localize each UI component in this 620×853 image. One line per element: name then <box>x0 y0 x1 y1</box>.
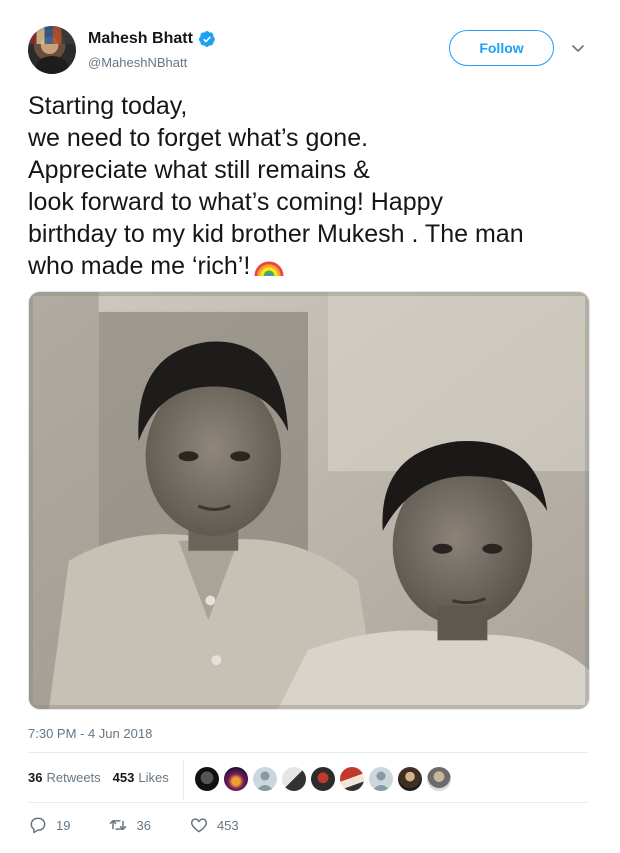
tweet-photo[interactable] <box>28 291 590 710</box>
like-button[interactable]: 453 <box>189 815 239 835</box>
tweet-text: Starting today, we need to forget what’s… <box>28 90 598 282</box>
reply-button[interactable]: 19 <box>28 815 70 835</box>
author-name-row[interactable]: Mahesh Bhatt <box>88 30 216 48</box>
author-handle[interactable]: @MaheshNBhatt <box>88 55 187 70</box>
tweet-line: who made me ‘rich’! <box>28 252 251 280</box>
divider <box>28 752 588 753</box>
tweet-line: Starting today, <box>28 92 188 120</box>
liker-avatar[interactable] <box>311 767 335 791</box>
stats-separator <box>183 760 184 800</box>
retweet-icon <box>110 820 127 830</box>
likes-count: 453 <box>112 770 135 785</box>
author-display-name[interactable]: Mahesh Bhatt <box>88 30 193 48</box>
like-count: 453 <box>216 817 239 833</box>
verified-badge-icon <box>198 30 216 48</box>
reply-icon <box>30 817 46 834</box>
liker-avatar[interactable] <box>253 767 277 791</box>
tweet-line: Appreciate what still remains & <box>28 156 370 184</box>
tweet-line-last: who made me ‘rich’! <box>28 250 598 282</box>
liker-avatar[interactable] <box>340 767 364 791</box>
follow-button[interactable]: Follow <box>449 30 554 66</box>
tweet-actions: 19 36 453 <box>28 815 277 835</box>
author-avatar[interactable] <box>28 26 76 74</box>
liker-avatar[interactable] <box>398 767 422 791</box>
rainbow-emoji <box>254 252 284 278</box>
like-icon <box>190 818 207 833</box>
likes-stat[interactable]: 453 Likes <box>113 770 169 785</box>
tweet-card: Mahesh Bhatt @MaheshNBhatt Follow Starti… <box>0 0 620 853</box>
tweet-line: we need to forget what’s gone. <box>28 124 369 152</box>
divider <box>28 802 588 803</box>
tweet-timestamp[interactable]: 7:30 PM - 4 Jun 2018 <box>28 726 152 741</box>
avatar-figure <box>36 56 68 74</box>
tweet-stats: 36 Retweets 453 Likes <box>28 770 181 785</box>
liker-avatar[interactable] <box>282 767 306 791</box>
liker-avatar[interactable] <box>427 767 451 791</box>
avatar-background <box>28 26 76 44</box>
likes-label: Likes <box>138 770 169 785</box>
liker-avatars <box>195 767 451 791</box>
liker-avatar[interactable] <box>369 767 393 791</box>
liker-avatar[interactable] <box>195 767 219 791</box>
retweets-label: Retweets <box>46 770 101 785</box>
liker-avatar[interactable] <box>224 767 248 791</box>
tweet-line: birthday to my kid brother Mukesh . The … <box>28 220 524 248</box>
retweet-button[interactable]: 36 <box>108 815 151 835</box>
reply-count: 19 <box>56 817 71 833</box>
retweet-count: 36 <box>136 817 151 833</box>
retweets-count: 36 <box>28 770 43 785</box>
chevron-down-icon[interactable] <box>570 40 586 56</box>
tweet-line: look forward to what’s coming! Happy <box>28 188 444 216</box>
retweets-stat[interactable]: 36 Retweets <box>28 770 101 785</box>
